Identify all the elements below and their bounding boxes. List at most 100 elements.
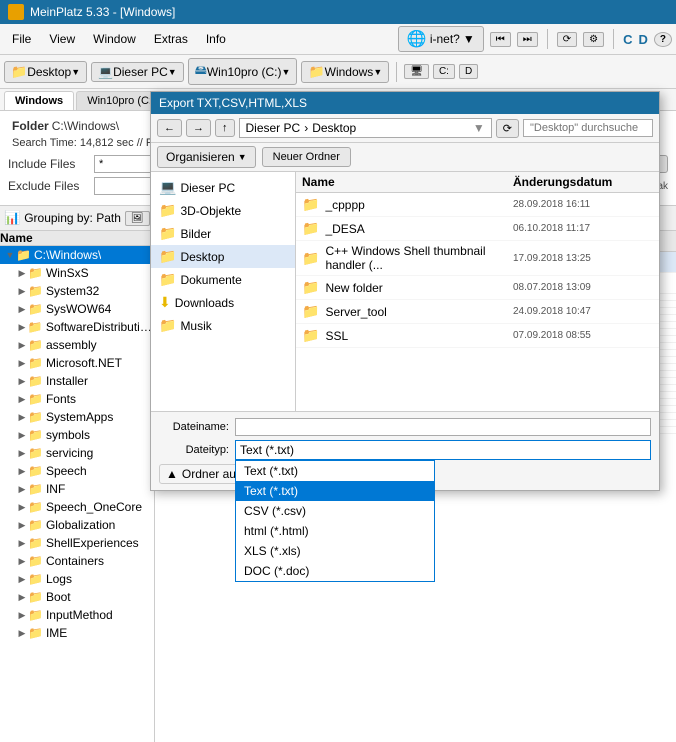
tree-item[interactable]: ▶📁Installer (0, 372, 154, 390)
dialog-file-item[interactable]: 📁SSL07.09.2018 08:55 (296, 324, 659, 348)
menu-extras[interactable]: Extras (146, 29, 196, 49)
image-btn[interactable]: 🖼 (125, 211, 150, 226)
breadcrumb-sep: › (304, 121, 308, 135)
file-name: Server_tool (325, 305, 507, 319)
filetype-select[interactable]: Text (*.txt) (235, 440, 651, 460)
menu-info[interactable]: Info (198, 29, 234, 49)
monitor-btn[interactable]: 🖥 (404, 64, 429, 79)
help-btn[interactable]: ? (654, 32, 672, 47)
dialog-tree-dokumente[interactable]: 📁Dokumente (151, 268, 295, 291)
menu-file[interactable]: File (4, 29, 39, 49)
tree-item[interactable]: ▶📁Logs (0, 570, 154, 588)
menu-bar: File View Window Extras Info 🌐 i-net? ▼ … (0, 24, 676, 55)
menu-view[interactable]: View (41, 29, 83, 49)
filetype-label: Dateityp: (159, 444, 229, 456)
dialog-tree-3d-objekte[interactable]: 📁3D-Objekte (151, 199, 295, 222)
filetype-option-html[interactable]: html (*.html) (236, 521, 434, 541)
expand-icon: ▶ (16, 574, 28, 585)
tree-item[interactable]: ▶📁Globalization (0, 516, 154, 534)
organize-button[interactable]: Organisieren ▼ (157, 146, 256, 168)
tree-item[interactable]: ▶📁IME (0, 624, 154, 642)
sep1 (547, 29, 548, 49)
dialog-up-btn[interactable]: ↑ (215, 119, 235, 137)
tree-label: WinSxS (46, 266, 89, 280)
tree-item[interactable]: ▶📁Speech (0, 462, 154, 480)
tree-label: symbols (46, 428, 90, 442)
tree-item[interactable]: ▶📁Speech_OneCore (0, 498, 154, 516)
tree-item[interactable]: ▶📁System32 (0, 282, 154, 300)
filetype-option-doc[interactable]: DOC (*.doc) (236, 561, 434, 581)
dialog-tree-dieser-pc[interactable]: 💻Dieser PC (151, 176, 295, 199)
tree-label: Installer (46, 374, 88, 388)
dialog-file-item[interactable]: 📁New folder08.07.2018 13:09 (296, 276, 659, 300)
tree-label: SysWOW64 (46, 302, 111, 316)
dialog-file-item[interactable]: 📁_cpppp28.09.2018 16:11 (296, 193, 659, 217)
file-folder-icon: 📁 (302, 220, 319, 237)
dialog-back-btn[interactable]: ← (157, 119, 182, 137)
dialog-body: 💻Dieser PC📁3D-Objekte📁Bilder📁Desktop📁Dok… (151, 172, 659, 411)
dialog-tree-desktop[interactable]: 📁Desktop (151, 245, 295, 268)
tree-item[interactable]: ▶📁INF (0, 480, 154, 498)
tree-item[interactable]: ▶📁Fonts (0, 390, 154, 408)
expand-icon: ▶ (16, 358, 28, 369)
file-date: 08.07.2018 13:09 (513, 282, 653, 293)
dialog-tree: 💻Dieser PC📁3D-Objekte📁Bilder📁Desktop📁Dok… (151, 172, 296, 411)
dialog-tree-label: Desktop (180, 250, 224, 264)
filetype-option-txt1[interactable]: Text (*.txt) (236, 461, 434, 481)
nav-forward[interactable]: ⏭ (517, 32, 538, 47)
filetype-option-xls[interactable]: XLS (*.xls) (236, 541, 434, 561)
folder-icon: 📁 (28, 428, 43, 442)
tree-item[interactable]: ▶📁SystemApps (0, 408, 154, 426)
folder-icon: 📁 (28, 464, 43, 478)
file-folder-icon: 📁 (302, 327, 319, 344)
nav-back[interactable]: ⏮ (490, 32, 511, 47)
dialog-forward-btn[interactable]: → (186, 119, 211, 137)
dialog-refresh-btn[interactable]: ⟳ (496, 119, 519, 138)
dialog-search-input[interactable] (523, 119, 653, 137)
filetype-option-csv[interactable]: CSV (*.csv) (236, 501, 434, 521)
desktop-dropdown[interactable]: 📁 Desktop ▼ (4, 61, 87, 83)
menu-window[interactable]: Window (85, 29, 144, 49)
hdd-btn2[interactable]: D (459, 64, 478, 79)
tab-windows[interactable]: Windows (4, 91, 74, 110)
dialog-tree-downloads[interactable]: ⬇Downloads (151, 291, 295, 314)
tree-item[interactable]: ▶📁SoftwareDistribution (0, 318, 154, 336)
dialog-file-item[interactable]: 📁_DESA06.10.2018 11:17 (296, 217, 659, 241)
tree-label: assembly (46, 338, 97, 352)
dialog-file-item[interactable]: 📁Server_tool24.09.2018 10:47 (296, 300, 659, 324)
filename-input[interactable] (235, 418, 651, 436)
dialog-file-item[interactable]: 📁C++ Windows Shell thumbnail handler (..… (296, 241, 659, 276)
pc-dropdown[interactable]: 💻 Dieser PC ▼ (91, 62, 184, 82)
tree-item[interactable]: ▶📁servicing (0, 444, 154, 462)
tree-item[interactable]: ▶📁SysWOW64 (0, 300, 154, 318)
tree-item[interactable]: ▼📁C:\Windows\ (0, 246, 154, 264)
tree-item[interactable]: ▶📁InputMethod (0, 606, 154, 624)
tree-item[interactable]: ▶📁symbols (0, 426, 154, 444)
sep3 (396, 62, 397, 82)
tree-item[interactable]: ▶📁Microsoft.NET (0, 354, 154, 372)
tree-item[interactable]: ▶📁assembly (0, 336, 154, 354)
settings-btn[interactable]: ⚙ (583, 32, 604, 47)
dialog-tree-musik[interactable]: 📁Musik (151, 314, 295, 337)
expand-icon: ▶ (16, 448, 28, 459)
tree-item[interactable]: ▶📁Boot (0, 588, 154, 606)
hdd-btn[interactable]: C: (433, 64, 455, 79)
new-folder-button[interactable]: Neuer Ordner (262, 147, 351, 167)
dialog-breadcrumb[interactable]: Dieser PC › Desktop ▼ (239, 118, 492, 138)
filetype-option-txt2[interactable]: Text (*.txt) (236, 481, 434, 501)
dialog-files: Name Änderungsdatum 📁_cpppp28.09.2018 16… (296, 172, 659, 411)
refresh-btn[interactable]: ⟳ (557, 32, 577, 47)
dialog-tree-bilder[interactable]: 📁Bilder (151, 222, 295, 245)
tree-label: C:\Windows\ (34, 248, 101, 262)
tree-label: Speech (46, 464, 87, 478)
folder-dropdown[interactable]: 📁 Windows ▼ (301, 61, 389, 83)
tree-item[interactable]: ▶📁WinSxS (0, 264, 154, 282)
tree-item[interactable]: ▶📁ShellExperiences (0, 534, 154, 552)
tree-label: SystemApps (46, 410, 113, 424)
file-folder-icon: 📁 (302, 303, 319, 320)
app-logo2: D (639, 32, 648, 47)
drive-dropdown[interactable]: 🖴 Win10pro (C:) ▼ (188, 58, 298, 85)
expand-icon: ▶ (16, 286, 28, 297)
inet-button[interactable]: 🌐 i-net? ▼ (398, 26, 484, 52)
tree-item[interactable]: ▶📁Containers (0, 552, 154, 570)
